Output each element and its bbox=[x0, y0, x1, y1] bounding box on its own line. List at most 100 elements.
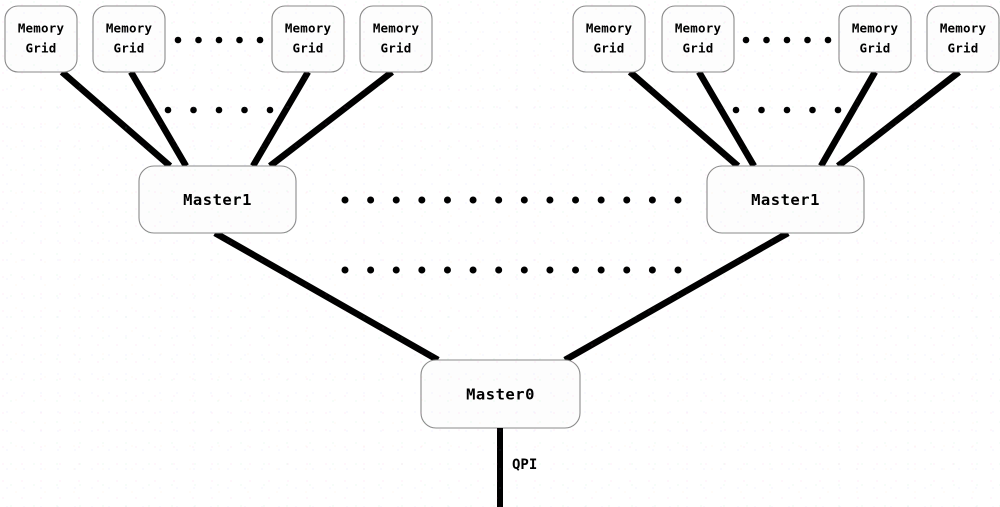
ellipsis-dot bbox=[572, 196, 580, 204]
memory-grid-label-line2: Grid bbox=[594, 41, 625, 56]
node-box bbox=[271, 5, 345, 73]
ellipsis-layer bbox=[164, 36, 842, 274]
node-mg-r2[interactable]: Memory Grid bbox=[661, 5, 735, 73]
ellipsis-dot bbox=[834, 106, 842, 114]
hierarchy-diagram: Memory Grid Memory Grid Memory Grid Memory Grid… bbox=[4, 5, 1000, 507]
memory-grid-label-line1: Memory bbox=[586, 21, 633, 36]
memory-grid-label-line1: Memory bbox=[852, 21, 899, 36]
ellipsis-dot bbox=[256, 36, 264, 44]
memory-grid-label-line2: Grid bbox=[114, 41, 145, 56]
ellipsis-dot bbox=[546, 266, 554, 274]
ellipsis-dot bbox=[520, 196, 528, 204]
node-mg-l2[interactable]: Memory Grid bbox=[92, 5, 166, 73]
ellipsis-dot bbox=[520, 266, 528, 274]
ellipsis-dot bbox=[648, 266, 656, 274]
node-box bbox=[572, 5, 646, 73]
ellipsis-dot bbox=[809, 106, 816, 114]
memory-grid-label-line2: Grid bbox=[293, 41, 324, 56]
ellipsis-dot bbox=[732, 106, 740, 114]
ellipsis-row-ellipsis-center-lower bbox=[341, 266, 682, 274]
memory-grid-label-line1: Memory bbox=[285, 21, 332, 36]
ellipsis-row-ellipsis-right-mid bbox=[732, 106, 842, 114]
ellipsis-dot bbox=[758, 106, 765, 114]
ellipsis-dot bbox=[392, 196, 400, 204]
connector-edge-mgr4-m1r bbox=[836, 69, 961, 169]
node-master1-right[interactable]: Master1 bbox=[706, 165, 865, 234]
ellipsis-dot bbox=[597, 196, 605, 204]
node-master0[interactable]: Master0 bbox=[420, 359, 581, 429]
memory-grid-label-line1: Memory bbox=[675, 21, 722, 36]
ellipsis-dot bbox=[469, 266, 477, 274]
node-box bbox=[359, 5, 433, 73]
ellipsis-dot bbox=[597, 266, 605, 274]
ellipsis-row-ellipsis-left-top bbox=[174, 36, 264, 44]
ellipsis-row-ellipsis-right-top bbox=[742, 36, 832, 44]
ellipsis-dot bbox=[674, 266, 682, 274]
ellipsis-dot bbox=[742, 36, 750, 44]
node-mg-r1[interactable]: Memory Grid bbox=[572, 5, 646, 73]
ellipsis-dot bbox=[266, 106, 274, 114]
node-mg-l4[interactable]: Memory Grid bbox=[359, 5, 433, 73]
node-mg-r4[interactable]: Memory Grid bbox=[926, 5, 1000, 73]
ellipsis-dot bbox=[623, 196, 631, 204]
ellipsis-dot bbox=[418, 196, 426, 204]
connector-edge-m1l-m0 bbox=[213, 230, 440, 363]
node-mg-l3[interactable]: Memory Grid bbox=[271, 5, 345, 73]
ellipsis-dot bbox=[495, 196, 503, 204]
memory-grid-label-line2: Grid bbox=[26, 41, 57, 56]
ellipsis-dot bbox=[215, 36, 223, 44]
ellipsis-dot bbox=[236, 36, 243, 44]
node-master1-left[interactable]: Master1 bbox=[138, 165, 297, 234]
ellipsis-dot bbox=[572, 266, 580, 274]
node-mg-r3[interactable]: Memory Grid bbox=[838, 5, 912, 73]
memory-grid-label-line2: Grid bbox=[683, 41, 714, 56]
connector-edge-mgr3-m1r bbox=[818, 70, 878, 168]
diagram-canvas: Memory Grid Memory Grid Memory Grid Memory Grid… bbox=[0, 0, 1000, 507]
connector-edge-mgl3-m1l bbox=[250, 70, 311, 168]
ellipsis-dot bbox=[367, 196, 375, 204]
node-box bbox=[92, 5, 166, 73]
ellipsis-dot bbox=[824, 36, 832, 44]
qpi-label: QPI bbox=[512, 457, 537, 473]
ellipsis-dot bbox=[392, 266, 400, 274]
connector-edge-mgr1-m1r bbox=[627, 69, 741, 169]
memory-grid-label-line1: Memory bbox=[373, 21, 420, 36]
ellipsis-dot bbox=[418, 266, 426, 274]
master-label: Master1 bbox=[183, 191, 252, 209]
ellipsis-dot bbox=[804, 36, 811, 44]
ellipsis-dot bbox=[648, 196, 656, 204]
connector-edge-mgl4-m1l bbox=[268, 69, 394, 169]
node-box bbox=[661, 5, 735, 73]
node-box bbox=[926, 5, 1000, 73]
master-label: Master1 bbox=[751, 191, 820, 209]
ellipsis-dot bbox=[367, 266, 375, 274]
connector-edge-m1r-m0 bbox=[563, 230, 790, 363]
nodes-layer: Memory Grid Memory Grid Memory Grid Memory Grid… bbox=[4, 5, 1000, 429]
node-box bbox=[4, 5, 78, 73]
connector-edge-mgl1-m1l bbox=[59, 69, 173, 169]
ellipsis-row-ellipsis-center-upper bbox=[341, 196, 682, 204]
memory-grid-label-line2: Grid bbox=[860, 41, 891, 56]
memory-grid-label-line1: Memory bbox=[940, 21, 987, 36]
ellipsis-dot bbox=[195, 36, 202, 44]
ellipsis-dot bbox=[623, 266, 631, 274]
ellipsis-dot bbox=[783, 36, 791, 44]
ellipsis-row-ellipsis-left-mid bbox=[164, 106, 274, 114]
ellipsis-dot bbox=[674, 196, 682, 204]
ellipsis-dot bbox=[164, 106, 172, 114]
memory-grid-label-line1: Memory bbox=[106, 21, 153, 36]
ellipsis-dot bbox=[341, 266, 349, 274]
ellipsis-dot bbox=[469, 196, 477, 204]
ellipsis-dot bbox=[215, 106, 223, 114]
ellipsis-dot bbox=[341, 196, 349, 204]
ellipsis-dot bbox=[783, 106, 791, 114]
ellipsis-dot bbox=[241, 106, 248, 114]
ellipsis-dot bbox=[174, 36, 182, 44]
qpi-layer: QPI bbox=[497, 428, 537, 507]
ellipsis-dot bbox=[495, 266, 503, 274]
memory-grid-label-line1: Memory bbox=[18, 21, 65, 36]
node-mg-l1[interactable]: Memory Grid bbox=[4, 5, 78, 73]
master-label: Master0 bbox=[466, 386, 535, 404]
memory-grid-label-line2: Grid bbox=[948, 41, 979, 56]
ellipsis-dot bbox=[763, 36, 770, 44]
